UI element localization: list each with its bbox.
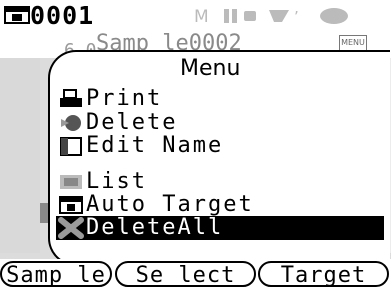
menu-item-label: Print: [86, 86, 163, 111]
menu-item-auto-target[interactable]: Auto Target: [56, 193, 384, 217]
menu-item-label: List: [86, 169, 147, 194]
device-screen: 0001 M ʼ 6.0. Samp le0002 MENU Menu Prin: [0, 0, 391, 289]
context-menu: Menu Print Delete Edit Name List Auto Ta…: [48, 50, 390, 266]
menu-item-list[interactable]: List: [56, 170, 384, 194]
softkey-select[interactable]: Se lect: [115, 261, 256, 288]
edit-name-icon: [56, 135, 86, 157]
delete-icon: [56, 112, 86, 134]
softkey-target[interactable]: Target: [258, 261, 389, 288]
menu-item-delete-all[interactable]: DeleteAll: [56, 216, 384, 240]
menu-item-label: Auto Target: [86, 192, 254, 217]
delete-all-icon: [56, 217, 86, 239]
menu-item-delete[interactable]: Delete: [56, 111, 384, 135]
target-icon: [4, 6, 30, 24]
printer-icon: [56, 88, 86, 110]
softkey-sample[interactable]: Samp le: [0, 261, 112, 288]
menu-item-edit-name[interactable]: Edit Name: [56, 134, 384, 158]
left-panel: [0, 58, 40, 253]
target-icon: [56, 194, 86, 216]
list-icon: [56, 171, 86, 193]
menu-badge: MENU: [339, 35, 367, 51]
menu-item-label: Delete: [86, 110, 178, 135]
target-number: 0001: [30, 1, 95, 30]
status-bar: 0001 M ʼ: [0, 0, 391, 30]
status-icons: M ʼ: [194, 7, 348, 26]
svg-text:ʼ: ʼ: [294, 8, 299, 26]
menu-title: Menu: [180, 56, 241, 81]
svg-text:M: M: [194, 7, 209, 26]
menu-item-print[interactable]: Print: [56, 87, 384, 111]
menu-item-label: Edit Name: [86, 133, 224, 158]
menu-item-label: DeleteAll: [86, 215, 224, 240]
